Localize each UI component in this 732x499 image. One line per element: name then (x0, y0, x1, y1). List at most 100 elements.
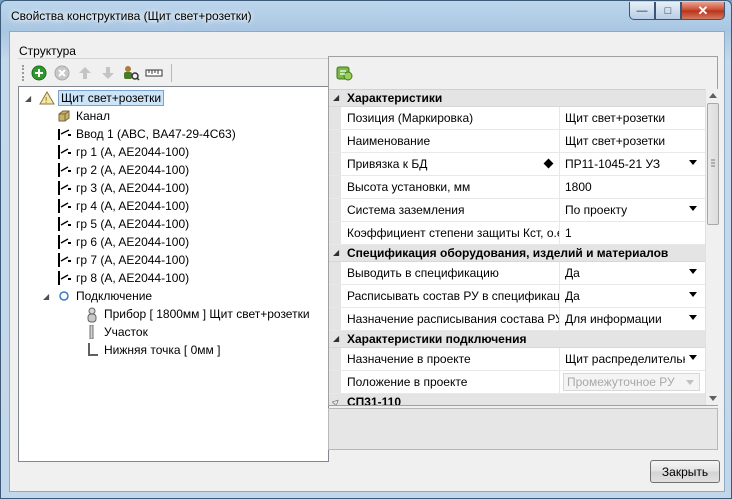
dropdown-arrow-icon[interactable] (689, 269, 697, 274)
collapse-arrow-icon[interactable]: ◢ (333, 334, 339, 343)
tree-item[interactable]: гр 2 (A, AE2044-100) (57, 161, 189, 179)
breaker-icon (57, 199, 71, 213)
property-row[interactable]: Положение в проекте Промежуточное РУ (329, 371, 705, 394)
property-grid-scrollbar[interactable] (705, 89, 719, 405)
category-header[interactable]: ◢ Характеристики подключения (329, 331, 705, 348)
find-user-icon[interactable] (121, 63, 141, 83)
property-value[interactable]: ПР11-1045-21 УЗ (565, 157, 685, 171)
dropdown-arrow-icon[interactable] (689, 206, 697, 211)
column-divider (559, 262, 560, 284)
title-bar[interactable]: Свойства конструктива (Щит свет+розетки)… (1, 1, 731, 31)
category-header[interactable]: ◢ Характеристики (329, 90, 705, 107)
structure-tree[interactable]: ◢ ! Щит свет+розетки Канал Ввод 1 (ABC, … (18, 86, 329, 462)
tree-item[interactable]: гр 7 (A, AE2044-100) (57, 251, 189, 269)
tree-item-connection[interactable]: ◢ Подключение (43, 287, 152, 305)
dropdown-arrow-icon[interactable] (689, 292, 697, 297)
client-area: Структура ◢ ! Щит свет+розетки Канал Вво… (9, 31, 725, 492)
tree-item[interactable]: гр 3 (A, AE2044-100) (57, 179, 189, 197)
close-window-button[interactable]: ✕ (681, 2, 725, 20)
property-value[interactable]: По проекту (565, 203, 685, 217)
expand-arrow-icon[interactable]: ▷ (331, 396, 342, 405)
category-header[interactable]: ▷ СП31-110 (329, 394, 705, 405)
window-controls: — □ ✕ (629, 2, 725, 20)
property-value[interactable]: Щит свет+розетки (565, 134, 685, 148)
property-row[interactable]: Расписывать состав РУ в спецификации Да (329, 285, 705, 308)
toolbar-grip[interactable] (22, 65, 25, 81)
move-down-icon[interactable] (98, 63, 118, 83)
delete-icon[interactable] (52, 63, 72, 83)
tree-item-root[interactable]: ◢ ! Щит свет+розетки (25, 89, 165, 107)
collapse-arrow-icon[interactable]: ◢ (333, 93, 339, 102)
toolbar-separator (171, 64, 172, 82)
maximize-button[interactable]: □ (655, 2, 681, 20)
property-row[interactable]: Система заземления По проекту (329, 199, 705, 222)
tree-item[interactable]: Канал (57, 107, 110, 125)
scroll-down-arrow-icon[interactable] (709, 396, 717, 401)
tree-item-label: гр 8 (A, AE2044-100) (76, 271, 190, 285)
position-combo-disabled: Промежуточное РУ (563, 373, 700, 391)
tree-item[interactable]: гр 1 (A, AE2044-100) (57, 143, 189, 161)
category-header[interactable]: ◢ Спецификация оборудования, изделий и м… (329, 245, 705, 262)
collapse-arrow-icon[interactable]: ◢ (333, 248, 339, 257)
scroll-thumb[interactable] (707, 103, 719, 225)
tree-item[interactable]: гр 5 (A, AE2044-100) (57, 215, 189, 233)
row-gutter (329, 199, 341, 221)
collapse-arrow-icon[interactable]: ◢ (43, 292, 53, 301)
ruler-icon[interactable] (144, 63, 164, 83)
categorize-icon[interactable] (335, 63, 355, 83)
column-divider (559, 176, 560, 198)
column-divider (559, 308, 560, 330)
property-name: Привязка к БД (347, 157, 428, 171)
breaker-icon (57, 181, 71, 195)
row-gutter (329, 308, 341, 330)
tree-item-label: Нижняя точка [ 0мм ] (104, 343, 221, 357)
property-row[interactable]: Коэффициент степени защиты Кст, о.е. 1 (329, 222, 705, 245)
property-value[interactable]: 1800 (565, 180, 685, 194)
breaker-icon (57, 235, 71, 249)
column-divider (559, 130, 560, 152)
property-value[interactable]: Да (565, 266, 685, 280)
column-divider (559, 371, 560, 393)
property-row[interactable]: Высота установки, мм 1800 (329, 176, 705, 199)
property-row[interactable]: Позиция (Маркировка) Щит свет+розетки (329, 107, 705, 130)
property-row[interactable]: Назначение расписывания состава РУ Для и… (329, 308, 705, 331)
property-value[interactable]: Да (565, 289, 685, 303)
tree-item[interactable]: Участок (85, 323, 148, 341)
tree-item[interactable]: Нижняя точка [ 0мм ] (85, 341, 220, 359)
tree-item[interactable]: Прибор [ 1800мм ] Щит свет+розетки (85, 305, 310, 323)
add-icon[interactable] (29, 63, 49, 83)
tree-item-label: гр 1 (A, AE2044-100) (76, 145, 190, 159)
property-value[interactable]: Щит свет+розетки (565, 111, 685, 125)
minimize-button[interactable]: — (629, 2, 655, 20)
tree-item[interactable]: Ввод 1 (ABC, BA47-29-4C63) (57, 125, 236, 143)
tree-item-label: гр 7 (A, AE2044-100) (76, 253, 190, 267)
dropdown-arrow-icon[interactable] (689, 160, 697, 165)
row-gutter (329, 107, 341, 129)
property-name: Позиция (Маркировка) (347, 111, 474, 125)
property-value[interactable]: 1 (565, 226, 685, 240)
row-gutter (329, 285, 341, 307)
tree-item[interactable]: гр 4 (A, AE2044-100) (57, 197, 189, 215)
property-value[interactable]: Для информации (565, 312, 685, 326)
tree-item[interactable]: гр 6 (A, AE2044-100) (57, 233, 189, 251)
property-row[interactable]: Назначение в проекте Щит распределительн (329, 348, 705, 371)
row-gutter (329, 130, 341, 152)
dropdown-arrow-icon[interactable] (689, 355, 697, 360)
tree-item[interactable]: гр 8 (A, AE2044-100) (57, 269, 189, 287)
column-divider (559, 107, 560, 129)
close-button[interactable]: Закрыть (650, 460, 720, 483)
property-row[interactable]: Выводить в спецификацию Да (329, 262, 705, 285)
segment-icon (85, 324, 99, 340)
property-row[interactable]: Привязка к БД ПР11-1045-21 УЗ (329, 153, 705, 176)
dropdown-arrow-icon[interactable] (689, 315, 697, 320)
property-name: Назначение в проекте (347, 352, 471, 366)
property-value[interactable]: Щит распределительн (565, 352, 685, 366)
tree-item-label: Участок (104, 325, 148, 339)
property-row[interactable]: Наименование Щит свет+розетки (329, 130, 705, 153)
property-grid-pane: ◢ Характеристики Позиция (Маркировка) Щи… (328, 56, 719, 406)
property-name: Назначение расписывания состава РУ (347, 312, 559, 326)
scroll-up-arrow-icon[interactable] (709, 93, 717, 98)
breaker-icon (57, 271, 71, 285)
move-up-icon[interactable] (75, 63, 95, 83)
collapse-arrow-icon[interactable]: ◢ (25, 94, 35, 103)
